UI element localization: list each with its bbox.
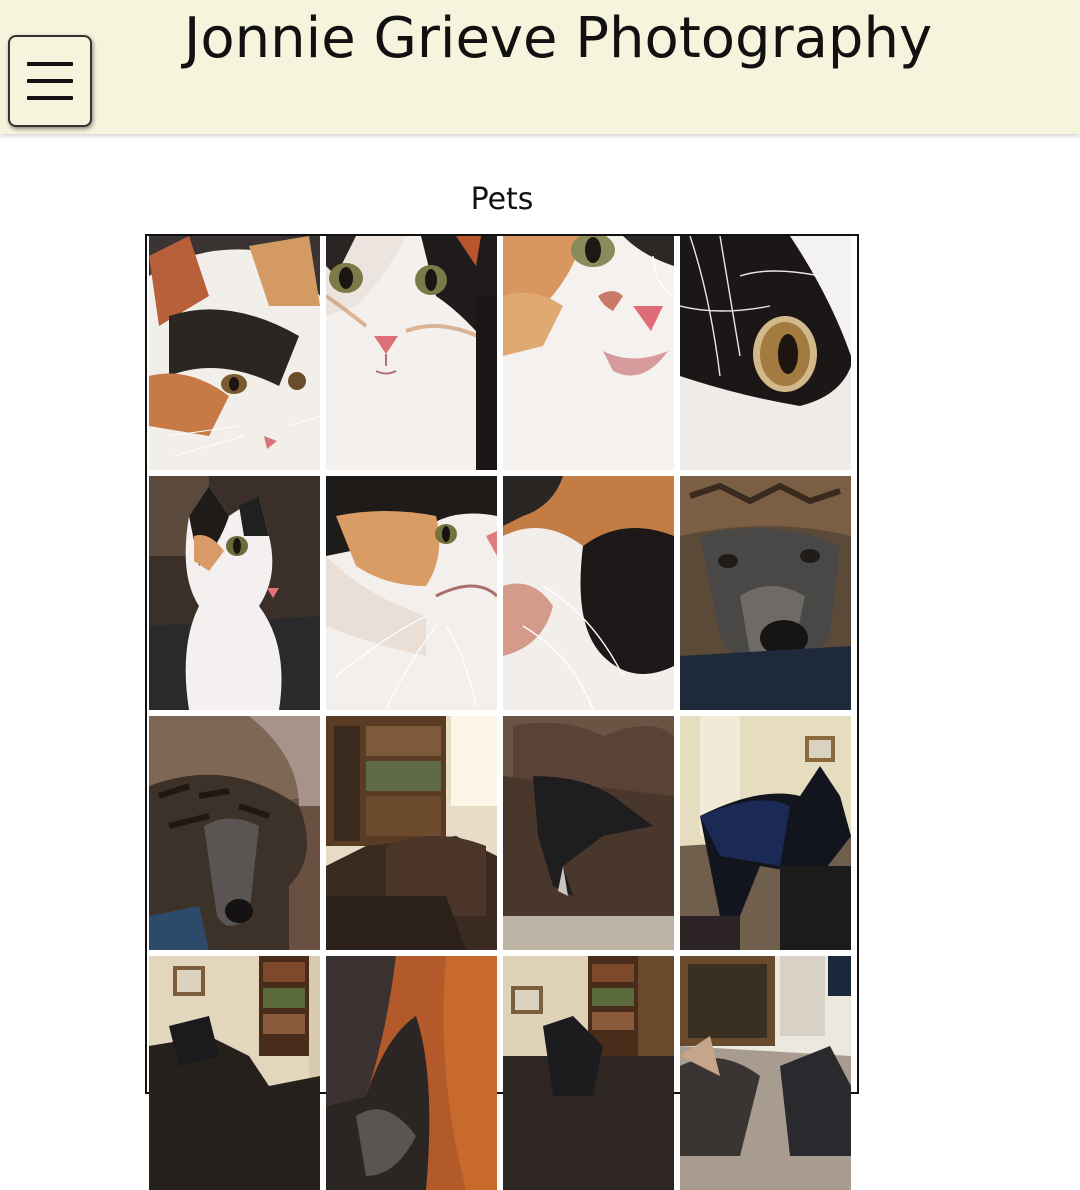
photo-dog-in-living-room[interactable]	[503, 956, 674, 1190]
photo-living-room-bookshelf[interactable]	[149, 956, 320, 1190]
photo-kitten-face-front[interactable]	[326, 236, 497, 470]
photo-gallery	[145, 234, 859, 1190]
site-header: Jonnie Grieve Photography	[0, 0, 1080, 134]
photo-calico-kitten-looking-down[interactable]	[149, 236, 320, 470]
photo-kitten-side-profile[interactable]	[326, 476, 497, 710]
photo-kitten-sitting[interactable]	[149, 476, 320, 710]
photo-greyhound-in-coat[interactable]	[680, 716, 851, 950]
photo-dog-fur-closeup[interactable]	[326, 956, 497, 1190]
photo-dog-on-leather-sofa[interactable]	[503, 716, 674, 950]
photo-bookshelf-leather-chair[interactable]	[326, 716, 497, 950]
site-title: Jonnie Grieve Photography	[183, 6, 933, 71]
photo-dog-near-cabinet[interactable]	[680, 956, 851, 1190]
photo-cat-eye-closeup[interactable]	[680, 236, 851, 470]
photo-greyhound-under-blanket[interactable]	[680, 476, 851, 710]
photo-greyhound-blanket-sofa[interactable]	[149, 716, 320, 950]
photo-kitten-face-closeup[interactable]	[503, 236, 674, 470]
gallery-title: Pets	[470, 182, 534, 217]
photo-calico-fur-closeup[interactable]	[503, 476, 674, 710]
